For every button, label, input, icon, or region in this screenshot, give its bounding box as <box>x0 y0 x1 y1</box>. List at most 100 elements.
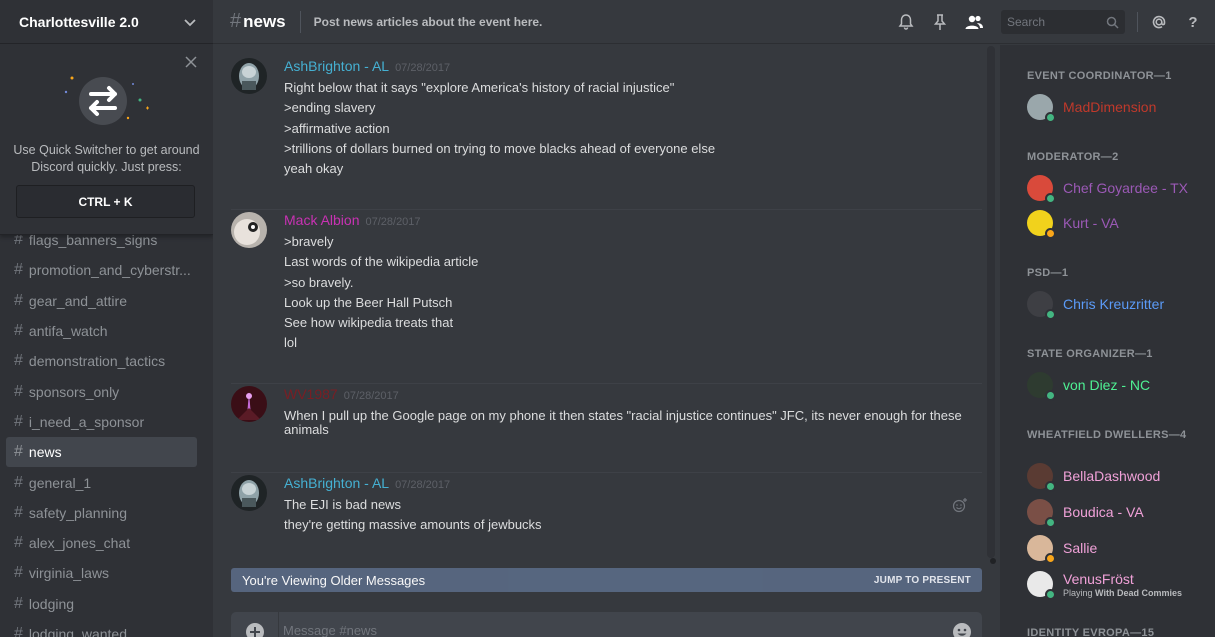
search-box[interactable] <box>1001 10 1125 34</box>
message-line: they're getting massive amounts of jewbu… <box>284 517 542 533</box>
channel-item-gear-and-attire[interactable]: # gear_and_attire <box>6 286 197 316</box>
avatar <box>1027 535 1056 564</box>
hash-icon: # <box>14 382 23 400</box>
jump-to-present-button[interactable]: JUMP TO PRESENT <box>874 575 971 586</box>
channel-item-label: antifa_watch <box>28 323 108 340</box>
member-list-icon[interactable] <box>964 12 984 32</box>
quick-switcher-shortcut[interactable]: CTRL + K <box>16 185 195 218</box>
channel-item-label: alex_jones_chat <box>28 535 131 552</box>
hash-icon: # <box>14 352 23 370</box>
hash-icon: # <box>14 322 23 340</box>
member-item[interactable]: BellaDashwood <box>1027 461 1160 492</box>
message-author[interactable]: AshBrighton - AL <box>284 475 389 491</box>
channel-item-safety-planning[interactable]: # safety_planning <box>6 498 197 528</box>
channel-item-i-need-a-sponsor[interactable]: # i_need_a_sponsor <box>6 407 197 437</box>
member-info: MadDimension <box>1063 99 1156 115</box>
member-item[interactable]: Boudica - VA <box>1027 497 1144 528</box>
channel-item-promotion-and-cyberstr[interactable]: # promotion_and_cyberstr... <box>6 255 197 285</box>
search-input[interactable] <box>1007 15 1097 29</box>
message-input[interactable] <box>279 622 952 637</box>
channel-title: # news <box>230 10 286 33</box>
channel-item-news[interactable]: # news <box>6 437 197 468</box>
close-icon[interactable] <box>184 55 198 69</box>
hash-icon: # <box>14 473 23 491</box>
member-item[interactable]: Sallie <box>1027 533 1098 564</box>
member-info: von Diez - NC <box>1063 377 1150 393</box>
message-group: AshBrighton - AL 07/28/2017 Right below th… <box>231 58 982 210</box>
emoji-icon[interactable] <box>952 622 972 637</box>
avatar <box>1027 499 1056 528</box>
member-activity-prefix: Playing <box>1063 587 1093 598</box>
channel-item-general-1[interactable]: # general_1 <box>6 467 197 497</box>
scrollbar-thumb[interactable] <box>990 558 996 564</box>
message-group: WV1987 07/28/2017 When I pull up the Googl… <box>231 386 982 473</box>
add-reaction-icon[interactable] <box>952 497 968 513</box>
message-author[interactable]: AshBrighton - AL <box>284 58 389 74</box>
message-line: Last words of the wikipedia article <box>284 254 479 270</box>
message-header: Mack Albion 07/28/2017 <box>284 212 982 232</box>
channel-item-label: safety_planning <box>28 504 127 521</box>
message-scrollbar[interactable] <box>987 46 995 558</box>
channel-item-lodging-wanted[interactable]: # lodging_wanted <box>6 619 197 637</box>
hash-icon: # <box>14 594 23 612</box>
header-divider <box>299 10 301 33</box>
quick-switcher-tip: Use Quick Switcher to get around Discord… <box>0 44 213 235</box>
member-info: Boudica - VA <box>1063 504 1144 520</box>
avatar <box>1027 372 1056 401</box>
message-author[interactable]: WV1987 <box>284 386 338 402</box>
channel-item-virginia-laws[interactable]: # virginia_laws <box>6 558 197 588</box>
member-name: Kurt - VA <box>1063 215 1119 231</box>
member-activity-game: With Dead Commies <box>1095 587 1182 598</box>
channel-item-label: promotion_and_cyberstr... <box>28 262 191 279</box>
member-item[interactable]: Chris Kreuzritter <box>1027 289 1164 320</box>
hash-icon: # <box>230 10 242 32</box>
status-online-icon <box>1045 481 1056 492</box>
channel-item-antifa-watch[interactable]: # antifa_watch <box>6 316 197 346</box>
message-body: AshBrighton - AL 07/28/2017 The EJI is bad… <box>284 475 982 536</box>
member-info: VenusFröst Playing With Dead Commies <box>1063 571 1182 598</box>
channel-item-label: lodging <box>28 595 75 612</box>
member-list: EVENT COORDINATOR—1 MadDimension MODERATOR… <box>1000 45 1215 637</box>
help-icon[interactable]: ? <box>1183 12 1203 32</box>
member-item[interactable]: Chef Goyardee - TX <box>1027 173 1188 204</box>
avatar[interactable] <box>231 58 267 94</box>
avatar <box>1027 210 1056 239</box>
pin-icon[interactable] <box>930 12 950 32</box>
channel-item-label: gear_and_attire <box>28 292 127 309</box>
channel-item-lodging[interactable]: # lodging <box>6 589 197 619</box>
channel-item-demonstration-tactics[interactable]: # demonstration_tactics <box>6 346 197 376</box>
message-line: lol <box>284 335 298 351</box>
hash-icon: # <box>14 503 23 521</box>
upload-button[interactable] <box>231 612 279 637</box>
channel-item-label: i_need_a_sponsor <box>28 413 145 430</box>
at-icon[interactable] <box>1149 12 1169 32</box>
avatar[interactable] <box>231 475 267 511</box>
message-line: Right below that it says "explore Americ… <box>284 80 675 95</box>
avatar[interactable] <box>231 386 267 422</box>
status-idle-icon <box>1045 228 1056 239</box>
message-author[interactable]: Mack Albion <box>284 212 359 228</box>
hash-icon: # <box>14 291 23 309</box>
member-name: Sallie <box>1063 540 1098 556</box>
channel-item-label: demonstration_tactics <box>28 353 166 370</box>
message-line: >ending slavery <box>284 100 376 116</box>
member-item[interactable]: Kurt - VA <box>1027 208 1119 239</box>
chevron-down-icon[interactable] <box>183 15 197 29</box>
message-timestamp: 07/28/2017 <box>365 216 421 228</box>
avatar[interactable] <box>231 212 267 248</box>
notification-bell-icon[interactable] <box>896 12 916 32</box>
member-item[interactable]: von Diez - NC <box>1027 370 1150 401</box>
member-item[interactable]: VenusFröst Playing With Dead Commies <box>1027 569 1182 600</box>
channel-item-alex-jones-chat[interactable]: # alex_jones_chat <box>6 528 197 558</box>
member-item[interactable]: MadDimension <box>1027 92 1156 123</box>
member-info: Chris Kreuzritter <box>1063 296 1164 312</box>
channel-sidebar: Charlottesville 2.0 Use Quick Switcher t… <box>0 0 213 637</box>
avatar <box>1027 291 1056 320</box>
avatar <box>1027 463 1056 492</box>
message-group: Mack Albion 07/28/2017 >bravely Last words … <box>231 212 982 384</box>
message-line: The EJI is bad news <box>284 497 402 512</box>
status-online-icon <box>1045 309 1056 320</box>
guild-header[interactable]: Charlottesville 2.0 <box>0 0 213 44</box>
channel-item-sponsors-only[interactable]: # sponsors_only <box>6 376 197 406</box>
message-timestamp: 07/28/2017 <box>395 479 451 491</box>
